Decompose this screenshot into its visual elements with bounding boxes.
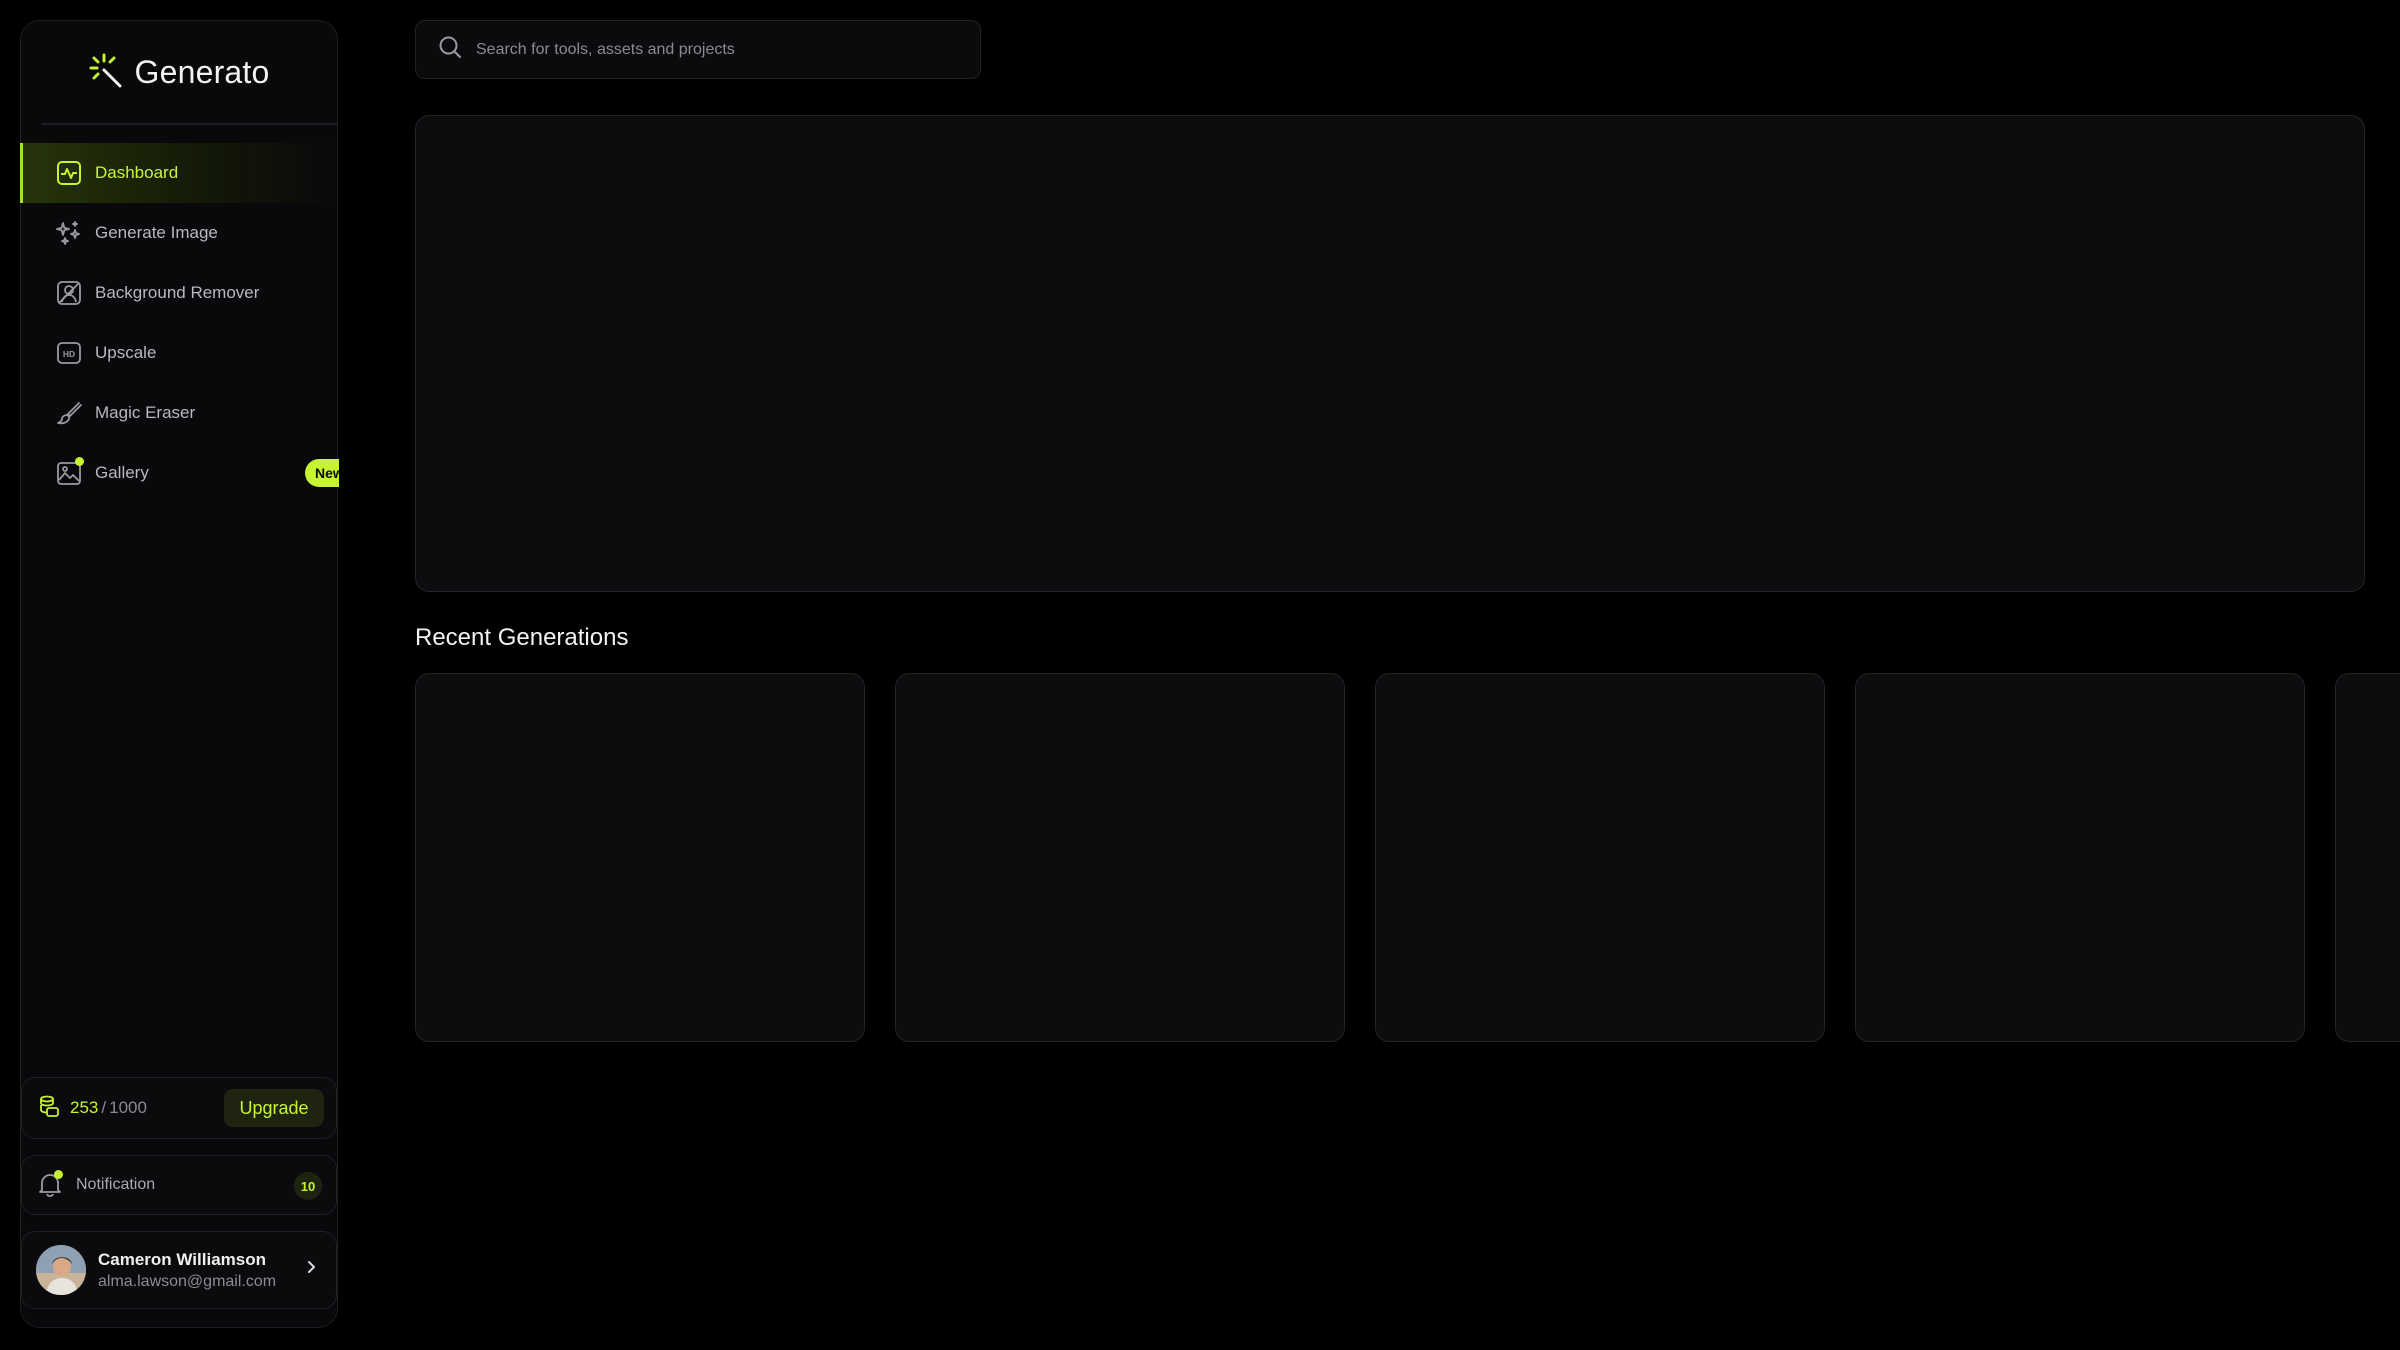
app-window: Generato Dashboard Generate Image Backgr… — [0, 0, 2400, 1350]
sidebar-item-dashboard[interactable]: Dashboard — [20, 143, 337, 203]
search-input[interactable] — [474, 39, 958, 60]
notification-label: Notification — [76, 1176, 156, 1193]
coins-icon — [38, 1094, 60, 1123]
sidebar-item-label: Upscale — [95, 343, 157, 362]
sidebar-nav: Dashboard Generate Image Background Remo… — [20, 143, 339, 503]
sidebar-item-background-remover[interactable]: Background Remover — [21, 263, 337, 323]
app-logo[interactable]: Generato — [21, 21, 337, 123]
new-badge: New — [305, 459, 339, 487]
sidebar-item-gallery[interactable]: Gallery New — [21, 443, 339, 503]
brush-icon — [55, 399, 83, 427]
chevron-right-icon — [306, 1260, 316, 1279]
user-name: Cameron Williamson — [98, 1249, 266, 1269]
app-name: Generato — [134, 53, 270, 90]
sidebar-item-generate-image[interactable]: Generate Image — [21, 203, 337, 263]
avatar — [36, 1245, 86, 1295]
bell-icon — [38, 1170, 63, 1198]
hero-banner[interactable] — [415, 115, 2365, 592]
credits-panel: 253 / 1000 Upgrade — [21, 1077, 337, 1139]
generation-card[interactable] — [895, 673, 1345, 1042]
sparkles-icon — [55, 219, 83, 247]
svg-text:HD: HD — [63, 349, 75, 359]
magic-wand-icon — [88, 52, 124, 93]
user-profile[interactable]: Cameron Williamson alma.lawson@gmail.com — [21, 1231, 337, 1309]
sidebar-item-label: Gallery — [95, 463, 149, 482]
search-icon — [438, 35, 462, 64]
credits-used: 253 — [70, 1098, 99, 1117]
notification-count-badge: 10 — [294, 1172, 322, 1200]
sidebar-item-label: Dashboard — [95, 163, 179, 182]
divider — [41, 123, 337, 125]
generation-card[interactable] — [415, 673, 865, 1042]
sidebar-item-magic-eraser[interactable]: Magic Eraser — [21, 383, 337, 443]
dashboard-icon — [55, 159, 83, 187]
upgrade-button[interactable]: Upgrade — [224, 1089, 324, 1127]
gallery-icon — [55, 457, 84, 487]
notification-dot — [54, 1170, 63, 1179]
sidebar: Generato Dashboard Generate Image Backgr… — [20, 20, 339, 1328]
sidebar-item-upscale[interactable]: HD Upscale — [21, 323, 337, 383]
generation-card[interactable] — [1855, 673, 2305, 1042]
generation-card[interactable] — [1375, 673, 1825, 1042]
user-email: alma.lawson@gmail.com — [98, 1272, 277, 1290]
notification-button[interactable]: Notification 10 — [21, 1155, 337, 1215]
background-remover-icon — [55, 279, 83, 307]
recent-generations-title: Recent Generations — [415, 624, 629, 651]
sidebar-item-label: Background Remover — [95, 283, 260, 302]
credits-separator: / — [101, 1098, 107, 1117]
new-indicator-dot — [75, 457, 84, 466]
generation-card[interactable] — [2335, 673, 2400, 1042]
credits-total: 1000 — [109, 1098, 147, 1117]
search-bar[interactable] — [415, 20, 981, 79]
sidebar-item-label: Magic Eraser — [95, 403, 196, 422]
hd-icon: HD — [55, 339, 83, 367]
sidebar-item-label: Generate Image — [95, 223, 218, 242]
